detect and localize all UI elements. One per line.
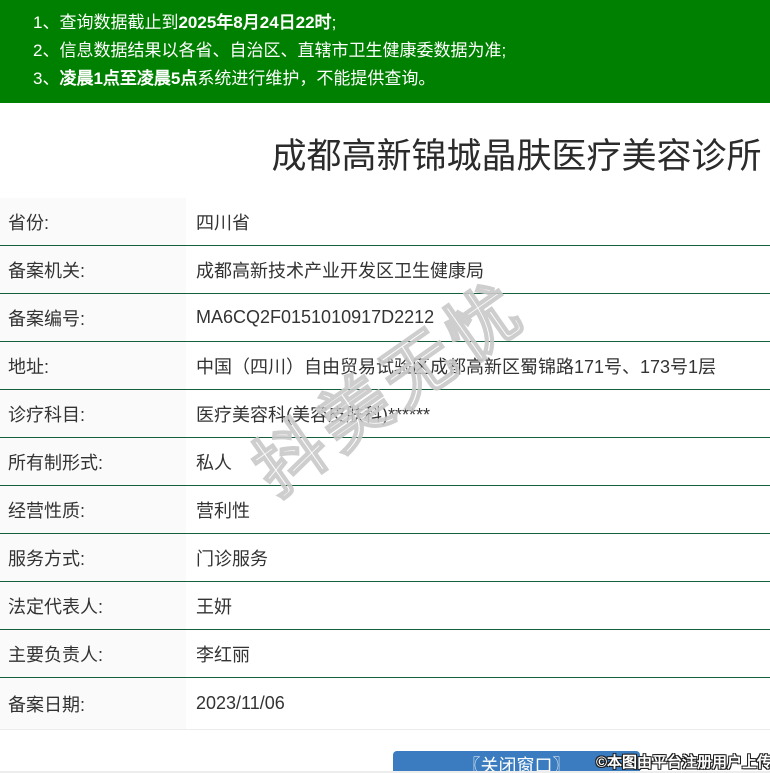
notice-text: ; [331, 13, 337, 32]
row-label: 主要负责人: [0, 630, 186, 677]
row-value: 李红丽 [196, 644, 250, 665]
table-row: 所有制形式: 私人 [0, 438, 770, 486]
row-value: 营利性 [196, 500, 250, 521]
row-label: 所有制形式: [0, 438, 186, 485]
table-row: 备案日期: 2023/11/06 [0, 678, 770, 730]
notice-banner: 1、查询数据截止到2025年8月24日22时; 2、信息数据结果以各省、自治区、直… [0, 0, 770, 103]
notice-line: 1、查询数据截止到2025年8月24日22时; [33, 9, 760, 37]
info-table: 省份: 四川省 备案机关: 成都高新技术产业开发区卫生健康局 备案编号: MA6CQ2F0… [0, 198, 770, 730]
notice-bold-text: 2025年8月24日22时 [178, 13, 332, 32]
table-row: 经营性质: 营利性 [0, 486, 770, 534]
table-row: 备案编号: MA6CQ2F0151010917D2212 [0, 294, 770, 342]
row-label: 服务方式: [0, 534, 186, 581]
table-row: 诊疗科目: 医疗美容科(美容皮肤科)****** [0, 390, 770, 438]
row-label: 地址: [0, 342, 186, 389]
notice-text: 3、 [33, 69, 60, 88]
row-value: 成都高新技术产业开发区卫生健康局 [196, 260, 484, 281]
table-row: 备案机关: 成都高新技术产业开发区卫生健康局 [0, 246, 770, 294]
page: 1、查询数据截止到2025年8月24日22时; 2、信息数据结果以各省、自治区、直… [0, 0, 770, 773]
table-row: 主要负责人: 李红丽 [0, 630, 770, 678]
row-label: 省份: [0, 198, 186, 245]
notice-bold-text: 凌晨1点至凌晨5点 [59, 69, 198, 88]
row-value: 门诊服务 [196, 548, 268, 569]
row-label: 经营性质: [0, 486, 186, 533]
notice-line: 3、凌晨1点至凌晨5点系统进行维护，不能提供查询。 [33, 65, 760, 93]
page-title: 成都高新锦城晶肤医疗美容诊所 [271, 137, 762, 176]
table-row: 法定代表人: 王妍 [0, 582, 770, 630]
credit-overlay: ©本图由平台注册用户上传 [595, 754, 770, 772]
table-row: 服务方式: 门诊服务 [0, 534, 770, 582]
row-value: 2023/11/06 [196, 693, 285, 713]
row-value: 中国（四川）自由贸易试验区成都高新区蜀锦路171号、173号1层 [196, 356, 717, 377]
row-value: 私人 [196, 452, 232, 473]
table-row: 地址: 中国（四川）自由贸易试验区成都高新区蜀锦路171号、173号1层 [0, 342, 770, 390]
notice-text: 1、查询数据截止到 [33, 13, 179, 32]
notice-line: 2、信息数据结果以各省、自治区、直辖市卫生健康委数据为准; [33, 37, 760, 65]
row-label: 备案编号: [0, 294, 186, 341]
row-label: 法定代表人: [0, 582, 186, 629]
row-label: 诊疗科目: [0, 390, 186, 437]
row-value: 王妍 [196, 596, 232, 617]
row-label: 备案日期: [0, 678, 186, 729]
row-value: 医疗美容科(美容皮肤科)****** [196, 404, 431, 425]
notice-text: 系统进行维护，不能提供查询。 [197, 69, 436, 88]
row-value: 四川省 [196, 212, 250, 233]
row-value: MA6CQ2F0151010917D2212 [196, 307, 435, 327]
table-row: 省份: 四川省 [0, 198, 770, 246]
row-label: 备案机关: [0, 246, 186, 293]
notice-text: 2、信息数据结果以各省、自治区、直辖市卫生健康委数据为准; [33, 41, 507, 60]
